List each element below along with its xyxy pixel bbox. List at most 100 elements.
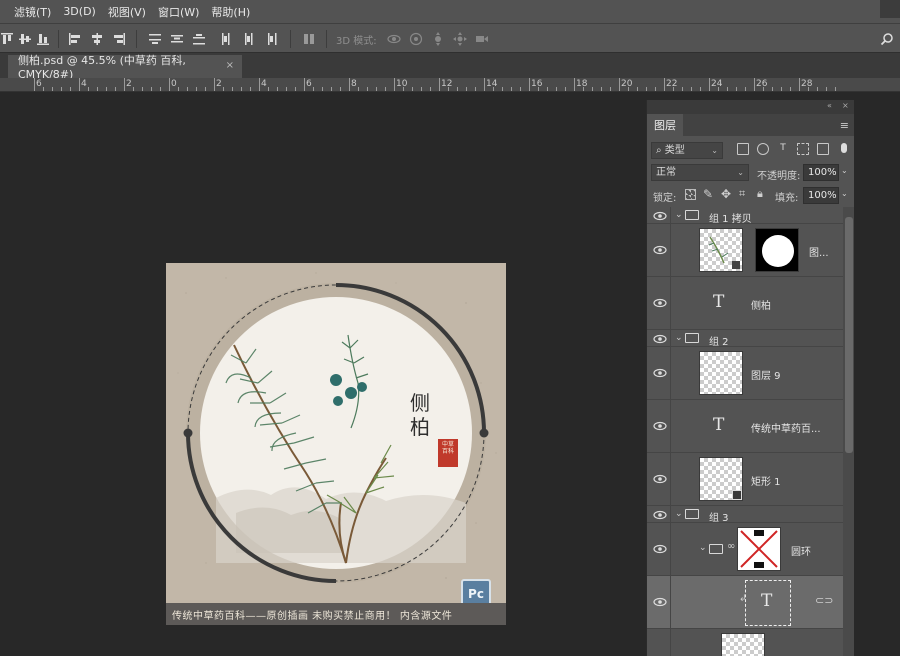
menu-3d[interactable]: 3D(D) xyxy=(57,5,102,18)
collapse-icon[interactable]: « xyxy=(827,101,832,110)
align-hcenter-icon[interactable] xyxy=(90,32,104,46)
align-vcenter-icon[interactable] xyxy=(18,32,32,46)
blend-mode-dropdown[interactable]: 正常 ⌄ xyxy=(651,164,749,181)
layer-thumbnail xyxy=(721,633,765,656)
distribute-vcenter-icon[interactable] xyxy=(170,32,184,46)
align-top-icon[interactable] xyxy=(0,32,14,46)
ruler-tick xyxy=(700,87,701,91)
filter-smart-object-icon[interactable] xyxy=(817,143,829,155)
chevron-down-icon[interactable]: ⌄ xyxy=(675,509,683,519)
lock-move-icon[interactable]: ✥ xyxy=(721,187,731,201)
chevron-down-icon[interactable]: ⌄ xyxy=(675,210,683,220)
filter-pixel-icon[interactable] xyxy=(737,143,749,155)
eye-icon[interactable] xyxy=(653,368,667,378)
document-tab[interactable]: 侧柏.psd @ 45.5% (中草药 百科, CMYK/8#) × xyxy=(8,54,242,81)
layer-row-text-footer[interactable]: T 传统中草药百... xyxy=(647,400,843,453)
layer-row-group-3[interactable]: ⌄ 组 3 xyxy=(647,506,843,524)
eye-icon[interactable] xyxy=(653,245,667,255)
link-icon[interactable]: ∞ xyxy=(727,541,735,552)
lock-artboard-icon[interactable]: ⌗ xyxy=(739,187,745,201)
slide-3d-icon[interactable] xyxy=(453,32,467,46)
eye-icon[interactable] xyxy=(653,474,667,484)
opacity-field[interactable]: 100% xyxy=(803,164,839,181)
layer-name: 图... xyxy=(809,248,829,259)
layer-thumbnail xyxy=(699,457,743,501)
tab-layers[interactable]: 图层 xyxy=(647,114,683,136)
layer-row-image-mask[interactable]: 图... xyxy=(647,224,843,277)
filter-kind-dropdown[interactable]: ⌕ 类型 ⌄ xyxy=(651,142,723,159)
distribute-hcenter-icon[interactable] xyxy=(242,32,256,46)
ruler-tick xyxy=(565,87,566,91)
eye-icon[interactable] xyxy=(653,597,667,607)
eye-icon[interactable] xyxy=(653,298,667,308)
filter-type-icon[interactable]: T xyxy=(777,143,789,155)
align-right-icon[interactable] xyxy=(112,32,126,46)
distribute-left-icon[interactable] xyxy=(220,32,234,46)
filter-toggle-icon[interactable] xyxy=(841,143,847,153)
eye-icon[interactable] xyxy=(653,211,667,221)
window-control[interactable] xyxy=(880,0,900,18)
layer-row-ring[interactable]: ⌄ ∞ 圆环 xyxy=(647,523,843,576)
layer-row-text-title[interactable]: T 侧柏 xyxy=(647,277,843,330)
distribute-right-icon[interactable] xyxy=(264,32,278,46)
eye-icon[interactable] xyxy=(653,334,667,344)
scrollbar-thumb[interactable] xyxy=(845,217,853,453)
lock-transparent-icon[interactable] xyxy=(685,189,696,200)
distribute-bottom-icon[interactable] xyxy=(192,32,206,46)
ring-dot xyxy=(183,428,193,438)
artwork-illustration xyxy=(177,272,497,583)
chevron-down-icon[interactable]: ⌄ xyxy=(699,543,707,553)
layer-row-selected-text[interactable]: ↲ T ⊂⊃ xyxy=(647,576,843,629)
align-bottom-icon[interactable] xyxy=(36,32,50,46)
align-left-icon[interactable] xyxy=(68,32,82,46)
chevron-down-icon[interactable]: ⌄ xyxy=(841,166,848,175)
layer-name: 组 3 xyxy=(709,513,729,524)
panel-menu-icon[interactable]: ≡ xyxy=(840,119,849,132)
orbit-3d-icon[interactable] xyxy=(387,32,401,46)
lock-all-icon[interactable]: 🔒︎ xyxy=(757,187,763,201)
artwork-canvas[interactable]: 侧 柏 中草 百科 Pc 传统中草药百科——原创插画 未购买禁止商用！ 内含源文… xyxy=(166,263,506,625)
eye-icon[interactable] xyxy=(653,510,667,520)
link-icon[interactable]: ⊂⊃ xyxy=(815,594,833,607)
ruler-tick xyxy=(457,87,458,91)
close-panel-icon[interactable]: × xyxy=(842,101,849,110)
roll-3d-icon[interactable] xyxy=(409,32,423,46)
branch-thumb-icon xyxy=(708,236,740,269)
layer-row-rectangle-1[interactable]: 矩形 1 xyxy=(647,453,843,506)
layer-row-layer-9[interactable]: 图层 9 xyxy=(647,347,843,400)
menu-window[interactable]: 窗口(W) xyxy=(152,4,205,20)
filter-shape-icon[interactable] xyxy=(797,143,809,155)
layer-mask-thumbnail[interactable] xyxy=(755,228,799,272)
ruler-tick xyxy=(313,87,314,91)
chevron-down-icon[interactable]: ⌄ xyxy=(675,333,683,343)
layer-row-group-2[interactable]: ⌄ 组 2 xyxy=(647,330,843,348)
menu-view[interactable]: 视图(V) xyxy=(102,4,152,20)
search-icon[interactable] xyxy=(880,32,894,46)
lock-paint-icon[interactable]: ✎ xyxy=(703,187,713,201)
ring-thumb-icon xyxy=(740,530,778,568)
menu-filter[interactable]: 滤镜(T) xyxy=(0,4,57,20)
fill-label: 填充: xyxy=(775,193,799,204)
ruler-tick xyxy=(529,78,530,91)
layer-row-partial[interactable] xyxy=(647,629,843,656)
ruler-tick xyxy=(664,78,665,91)
title-char: 柏 xyxy=(410,415,430,439)
eye-icon[interactable] xyxy=(653,421,667,431)
eye-icon[interactable] xyxy=(653,544,667,554)
layer-row-group-1-copy[interactable]: ⌄ 组 1 拷贝 xyxy=(647,207,843,225)
chevron-down-icon[interactable]: ⌄ xyxy=(841,189,848,198)
fill-field[interactable]: 100% xyxy=(803,187,839,204)
ring-dot xyxy=(479,428,489,438)
ruler-tick xyxy=(682,87,683,91)
menu-help[interactable]: 帮助(H) xyxy=(205,4,256,20)
distribute-top-icon[interactable] xyxy=(148,32,162,46)
ruler-tick xyxy=(430,87,431,91)
folder-icon xyxy=(685,210,699,220)
close-icon[interactable]: × xyxy=(226,60,234,71)
scale-3d-icon[interactable] xyxy=(475,32,489,46)
auto-align-icon[interactable] xyxy=(302,32,316,46)
ruler-tick xyxy=(484,78,485,91)
filter-adjustment-icon[interactable] xyxy=(757,143,769,155)
pan-3d-icon[interactable] xyxy=(431,32,445,46)
ruler-label: 4 xyxy=(81,79,87,89)
